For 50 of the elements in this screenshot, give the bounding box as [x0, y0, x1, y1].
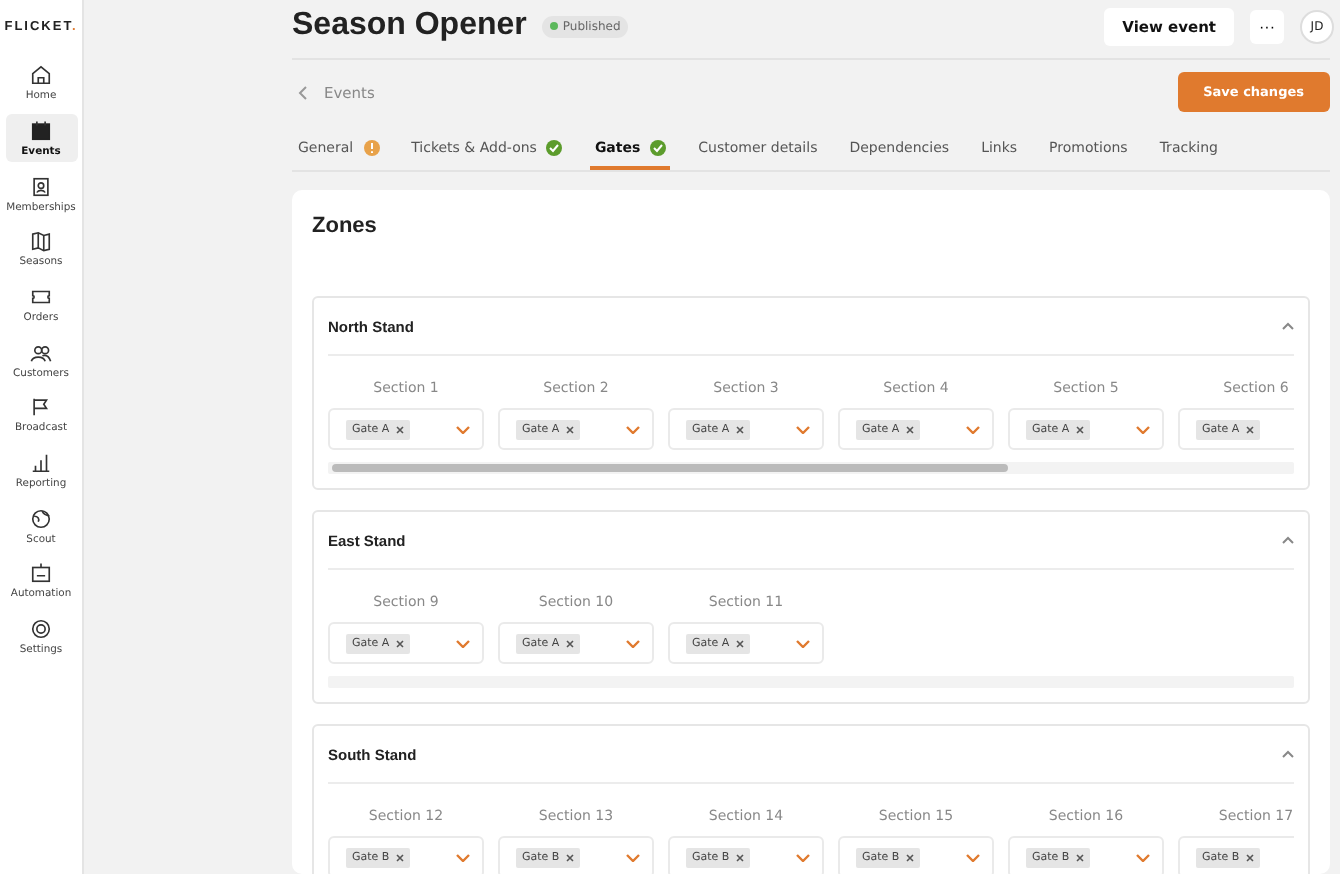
ticket-icon [30, 285, 52, 308]
remove-icon[interactable] [905, 853, 914, 861]
remove-icon[interactable] [565, 853, 574, 861]
collapse-icon[interactable] [1282, 750, 1294, 758]
remove-icon[interactable] [395, 425, 404, 433]
remove-icon[interactable] [735, 639, 744, 647]
chevron-down-icon [456, 639, 470, 647]
chevron-down-icon [1136, 853, 1150, 861]
collapse-icon[interactable] [1282, 322, 1294, 330]
scrollbar-thumb[interactable] [332, 464, 1009, 472]
section-title: Zones [312, 214, 379, 238]
chevron-down-icon [626, 425, 640, 433]
chevron-down-icon [796, 639, 810, 647]
people-icon [30, 341, 52, 364]
more-button[interactable]: ··· [1250, 9, 1284, 43]
settings-icon [30, 618, 52, 641]
page-title: Season Opener [292, 8, 527, 44]
chevron-down-icon [456, 425, 470, 433]
check-circle-icon [546, 140, 563, 156]
chevron-down-icon [796, 853, 810, 861]
megaphone-icon [30, 396, 52, 419]
remove-icon[interactable] [395, 853, 404, 861]
remove-icon[interactable] [565, 639, 574, 647]
chevron-down-icon [456, 853, 470, 861]
remove-icon[interactable] [905, 425, 914, 433]
id-card-icon [30, 175, 52, 198]
robot-icon [30, 562, 52, 585]
calendar-icon [30, 119, 52, 142]
remove-icon[interactable] [735, 853, 744, 861]
bar-chart-icon [30, 452, 52, 474]
chevron-down-icon [796, 425, 810, 433]
remove-icon[interactable] [1245, 853, 1254, 861]
home-icon [30, 64, 52, 87]
remove-icon[interactable] [1245, 425, 1254, 433]
chevron-down-icon [1136, 425, 1150, 433]
chevron-down-icon [966, 425, 980, 433]
remove-icon[interactable] [735, 425, 744, 433]
check-circle-icon [650, 140, 667, 156]
chevron-left-icon [298, 85, 308, 99]
chevron-down-icon [626, 639, 640, 647]
remove-icon[interactable] [565, 425, 574, 433]
collapse-icon[interactable] [1282, 536, 1294, 544]
remove-icon[interactable] [1075, 853, 1084, 861]
chevron-down-icon [626, 853, 640, 861]
remove-icon[interactable] [395, 639, 404, 647]
chevron-down-icon [966, 853, 980, 861]
map-icon [30, 230, 52, 253]
remove-icon[interactable] [1075, 425, 1084, 433]
globe-icon [30, 507, 52, 530]
warning-icon [363, 140, 380, 156]
